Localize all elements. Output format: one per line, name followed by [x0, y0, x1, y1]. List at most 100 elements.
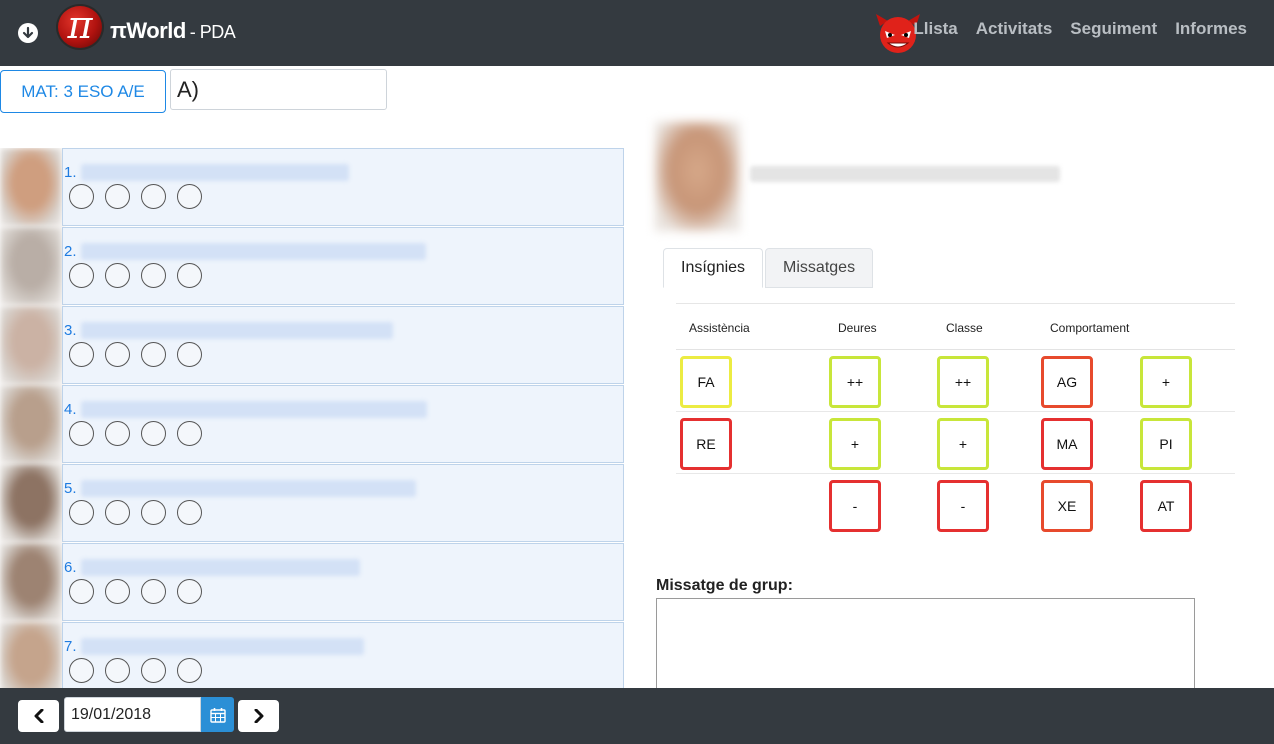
attendance-circles: [69, 263, 202, 288]
student-name-redacted: [81, 322, 393, 339]
badge-ag[interactable]: AG: [1041, 356, 1093, 408]
status-circle[interactable]: [105, 184, 130, 209]
app-brand: πWorld - PDA: [110, 18, 236, 44]
status-circle[interactable]: [177, 500, 202, 525]
tab-insignies[interactable]: Insígnies: [663, 248, 764, 288]
status-circle[interactable]: [177, 342, 202, 367]
status-circle[interactable]: [69, 500, 94, 525]
list-item[interactable]: 6.: [0, 543, 624, 622]
group-selector-button[interactable]: MAT: 3 ESO A/E: [0, 70, 166, 113]
student-name-redacted: [81, 480, 416, 497]
badge-fa[interactable]: FA: [680, 356, 732, 408]
student-card[interactable]: 4.: [62, 385, 624, 463]
nav-seguiment[interactable]: Seguiment: [1070, 19, 1157, 39]
student-list: 1. 2. 3. 4. 5. 6. 7.: [0, 148, 624, 688]
nav-informes[interactable]: Informes: [1175, 19, 1247, 39]
previous-day-button[interactable]: [18, 700, 59, 732]
status-circle[interactable]: [105, 579, 130, 604]
student-card[interactable]: 1.: [62, 148, 624, 226]
status-circle[interactable]: [105, 500, 130, 525]
badge-deures-plus[interactable]: +: [829, 418, 881, 470]
header-assistencia: Assistència: [689, 321, 750, 335]
header-classe: Classe: [946, 321, 983, 335]
main-nav: Llista Activitats Seguiment Informes: [913, 19, 1247, 39]
chevron-right-icon: [254, 709, 263, 723]
group-message-label: Missatge de grup:: [656, 577, 793, 594]
attendance-circles: [69, 421, 202, 446]
status-circle[interactable]: [177, 263, 202, 288]
status-circle[interactable]: [177, 184, 202, 209]
nav-activitats[interactable]: Activitats: [976, 19, 1053, 39]
student-photo: [0, 227, 62, 305]
student-number: 5.: [64, 480, 77, 497]
status-circle[interactable]: [141, 421, 166, 446]
badge-row: RE + + MA PI: [676, 412, 1235, 474]
badge-comportament-plus[interactable]: +: [1140, 356, 1192, 408]
status-circle[interactable]: [141, 658, 166, 683]
calendar-button[interactable]: [201, 697, 234, 732]
status-circle[interactable]: [105, 658, 130, 683]
status-circle[interactable]: [69, 342, 94, 367]
badge-xe[interactable]: XE: [1041, 480, 1093, 532]
status-circle[interactable]: [69, 184, 94, 209]
badge-deures-minus[interactable]: -: [829, 480, 881, 532]
badge-classe-minus[interactable]: -: [937, 480, 989, 532]
next-day-button[interactable]: [238, 700, 279, 732]
header-deures: Deures: [838, 321, 877, 335]
student-name-redacted: [81, 243, 426, 260]
status-circle[interactable]: [141, 184, 166, 209]
student-number: 3.: [64, 322, 77, 339]
badge-table-header: Assistència Deures Classe Comportament: [676, 304, 1235, 350]
status-circle[interactable]: [141, 263, 166, 288]
status-circle[interactable]: [177, 579, 202, 604]
filter-input[interactable]: [170, 69, 387, 110]
list-item[interactable]: 4.: [0, 385, 624, 464]
attendance-circles: [69, 184, 202, 209]
status-circle[interactable]: [105, 342, 130, 367]
badge-classe-plus[interactable]: +: [937, 418, 989, 470]
status-circle[interactable]: [69, 579, 94, 604]
badge-re[interactable]: RE: [680, 418, 732, 470]
header-comportament: Comportament: [1050, 321, 1130, 335]
chevron-left-icon: [34, 709, 43, 723]
list-item[interactable]: 1.: [0, 148, 624, 227]
student-card[interactable]: 7.: [62, 622, 624, 688]
status-circle[interactable]: [141, 579, 166, 604]
badge-deures-plus-plus[interactable]: ++: [829, 356, 881, 408]
tab-missatges[interactable]: Missatges: [765, 248, 874, 288]
list-item[interactable]: 5.: [0, 464, 624, 543]
status-circle[interactable]: [141, 500, 166, 525]
date-input[interactable]: [64, 697, 201, 732]
badge-at[interactable]: AT: [1140, 480, 1192, 532]
student-card[interactable]: 6.: [62, 543, 624, 621]
student-card[interactable]: 3.: [62, 306, 624, 384]
badge-ma[interactable]: MA: [1041, 418, 1093, 470]
student-card[interactable]: 5.: [62, 464, 624, 542]
status-circle[interactable]: [105, 421, 130, 446]
nav-llista[interactable]: Llista: [913, 19, 957, 39]
student-photo: [0, 148, 62, 226]
badge-pi[interactable]: PI: [1140, 418, 1192, 470]
list-item[interactable]: 3.: [0, 306, 624, 385]
badge-classe-plus-plus[interactable]: ++: [937, 356, 989, 408]
status-circle[interactable]: [69, 658, 94, 683]
group-message-textarea[interactable]: [656, 598, 1195, 698]
student-number: 7.: [64, 638, 77, 655]
list-item[interactable]: 7.: [0, 622, 624, 688]
status-circle[interactable]: [141, 342, 166, 367]
status-circle[interactable]: [69, 263, 94, 288]
student-photo: [0, 464, 62, 542]
student-card[interactable]: 2.: [62, 227, 624, 305]
student-name-redacted: [81, 401, 427, 418]
status-circle[interactable]: [105, 263, 130, 288]
status-circle[interactable]: [177, 421, 202, 446]
menu-toggle-icon[interactable]: [18, 23, 38, 43]
badge-row: - - XE AT: [676, 474, 1235, 536]
status-circle[interactable]: [177, 658, 202, 683]
list-item[interactable]: 2.: [0, 227, 624, 306]
selected-student-photo: [655, 122, 740, 231]
top-navbar: π πWorld - PDA Llista Activitats Seguimen…: [0, 0, 1274, 66]
student-number: 1.: [64, 164, 77, 181]
attendance-circles: [69, 658, 202, 683]
status-circle[interactable]: [69, 421, 94, 446]
